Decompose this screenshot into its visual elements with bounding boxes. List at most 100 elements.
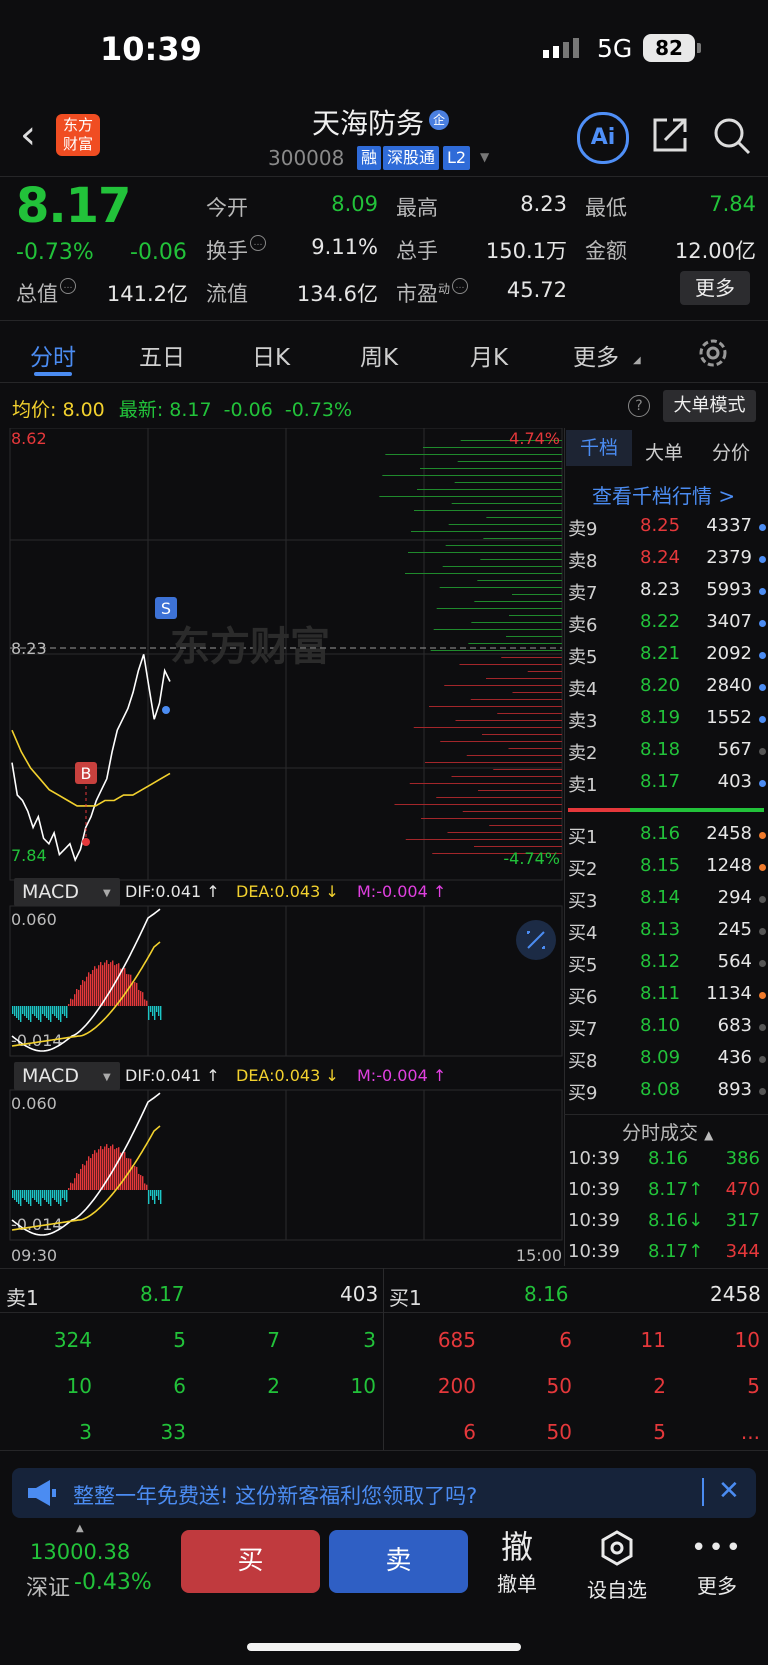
ai-button[interactable]: Ai — [577, 112, 629, 164]
more-menu-button[interactable]: ••• 更多 — [677, 1530, 757, 1599]
ask-level[interactable]: 卖5 8.21 2092 — [568, 639, 766, 671]
time-sales-title[interactable]: 分时成交 ▲ — [622, 1118, 713, 1145]
depth-bar — [497, 713, 562, 714]
close-icon[interactable]: ✕ — [718, 1476, 740, 1506]
bid-level[interactable]: 买2 8.15 1248 — [568, 851, 766, 883]
macd-bar — [24, 1006, 26, 1016]
macd-bar — [100, 962, 102, 1006]
tab-intraday[interactable]: 分时 — [30, 338, 76, 372]
help-icon[interactable]: ? — [628, 395, 650, 417]
gear-icon[interactable] — [696, 336, 730, 370]
depth-bar — [462, 811, 562, 812]
buy-button[interactable]: 买 — [181, 1530, 320, 1593]
level-volume: 1248 — [706, 855, 752, 876]
add-watchlist-button[interactable]: 设自选 — [577, 1530, 657, 1603]
macd-ymax: 0.060 — [11, 910, 57, 929]
tab-more[interactable]: 更多 — [573, 338, 619, 372]
macd-bar — [72, 999, 74, 1006]
cancel-order-button[interactable]: 撤 撤单 — [477, 1530, 557, 1597]
level-label: 买9 — [568, 1083, 598, 1104]
depth-bar — [509, 615, 562, 616]
battery-tip — [697, 43, 701, 53]
home-indicator[interactable] — [247, 1643, 521, 1651]
ask-level[interactable]: 卖7 8.23 5993 — [568, 575, 766, 607]
ask-level[interactable]: 卖1 8.17 403 — [568, 767, 766, 799]
search-icon[interactable] — [712, 116, 752, 156]
promo-text[interactable]: 整整一年免费送! 这份新客福利您领取了吗? — [73, 1480, 477, 1510]
macd-bar — [94, 1150, 96, 1190]
depth-bar — [394, 804, 562, 805]
ask-level[interactable]: 卖3 8.19 1552 — [568, 703, 766, 735]
bid-level[interactable]: 买7 8.10 683 — [568, 1011, 766, 1043]
bid-level[interactable]: 买4 8.13 245 — [568, 915, 766, 947]
macd-bar — [46, 1190, 48, 1202]
bid-level[interactable]: 买6 8.11 1134 — [568, 979, 766, 1011]
info-icon[interactable]: … — [60, 278, 76, 294]
back-icon[interactable]: ‹ — [20, 112, 36, 158]
bid-level[interactable]: 买5 8.12 564 — [568, 947, 766, 979]
level-dot — [759, 652, 766, 659]
level-price: 8.23 — [640, 579, 681, 600]
macd-bar — [108, 964, 110, 1006]
depth-bar — [466, 755, 562, 756]
macd-bar — [100, 1146, 102, 1190]
tab-weekly[interactable]: 周K — [360, 338, 398, 372]
macd-bar — [18, 1190, 20, 1204]
depth-bar — [512, 594, 562, 595]
tick-time: 10:39 — [568, 1210, 620, 1231]
sell-button[interactable]: 卖 — [329, 1530, 468, 1593]
depth-bars — [379, 440, 562, 854]
info-icon[interactable]: … — [452, 278, 469, 294]
macd-bar — [134, 1166, 136, 1190]
intraday-chart[interactable]: 东方财富 8.62 7.84 8.23 4.74% -4.74% B S MAC… — [0, 428, 566, 1263]
tab-monthly[interactable]: 月K — [470, 338, 508, 372]
bid-level[interactable]: 买3 8.14 294 — [568, 883, 766, 915]
more-button[interactable]: 更多 — [680, 271, 750, 305]
macd-bar — [132, 1165, 134, 1190]
big-order-mode-button[interactable]: 大单模式 — [663, 390, 756, 422]
queue-cell: 2 — [267, 1374, 280, 1398]
tab-daily[interactable]: 日K — [252, 338, 290, 372]
info-icon[interactable]: … — [250, 235, 266, 251]
macd-bar — [58, 1190, 60, 1204]
stock-code: 300008 — [268, 146, 345, 170]
tab-5day[interactable]: 五日 — [139, 338, 185, 372]
tab-big-orders[interactable]: 大单 — [645, 438, 683, 465]
macd-bar — [96, 1152, 98, 1190]
depth-bar — [493, 769, 562, 770]
macd-bar — [58, 1006, 60, 1020]
ask-level[interactable]: 卖9 8.25 4337 — [568, 511, 766, 543]
ask-level[interactable]: 卖2 8.18 567 — [568, 735, 766, 767]
macd-bar — [152, 1190, 154, 1200]
level-label: 买1 — [568, 827, 598, 848]
macd-bar — [86, 976, 88, 1006]
depth-bar — [439, 587, 562, 588]
macd-bar — [132, 981, 134, 1006]
bid-level[interactable]: 买9 8.08 893 — [568, 1075, 766, 1107]
level-label: 卖8 — [568, 551, 598, 572]
volume-label: 总手 — [396, 239, 438, 263]
tab-price-distribution[interactable]: 分价 — [712, 438, 750, 465]
pe-value: 45.72 — [506, 278, 567, 302]
turnover-value: 9.11% — [311, 235, 378, 259]
chevron-up-icon[interactable]: ▲ — [76, 1523, 84, 1534]
bid-level[interactable]: 买1 8.16 2458 — [568, 819, 766, 851]
level-label: 卖4 — [568, 679, 598, 700]
share-icon[interactable] — [651, 116, 689, 154]
level-dot — [759, 716, 766, 723]
ask-level[interactable]: 卖4 8.20 2840 — [568, 671, 766, 703]
thousand-levels-link[interactable]: 查看千档行情 > — [592, 480, 735, 509]
index-value[interactable]: 13000.38 — [30, 1540, 130, 1564]
depth-bar — [480, 559, 562, 560]
macd-bar — [84, 981, 86, 1006]
ask-level[interactable]: 卖8 8.24 2379 — [568, 543, 766, 575]
tick-time: 10:39 — [568, 1241, 620, 1262]
tab-thousand-levels[interactable]: 千档 — [566, 430, 632, 466]
depth-bar — [468, 643, 562, 644]
bid-level[interactable]: 买8 8.09 436 — [568, 1043, 766, 1075]
ask-level[interactable]: 卖6 8.22 3407 — [568, 607, 766, 639]
tag-l2: L2 — [443, 146, 471, 170]
chevron-down-icon[interactable]: ▼ — [480, 150, 489, 164]
macd-bar — [50, 1190, 52, 1206]
depth-bar — [454, 482, 562, 483]
